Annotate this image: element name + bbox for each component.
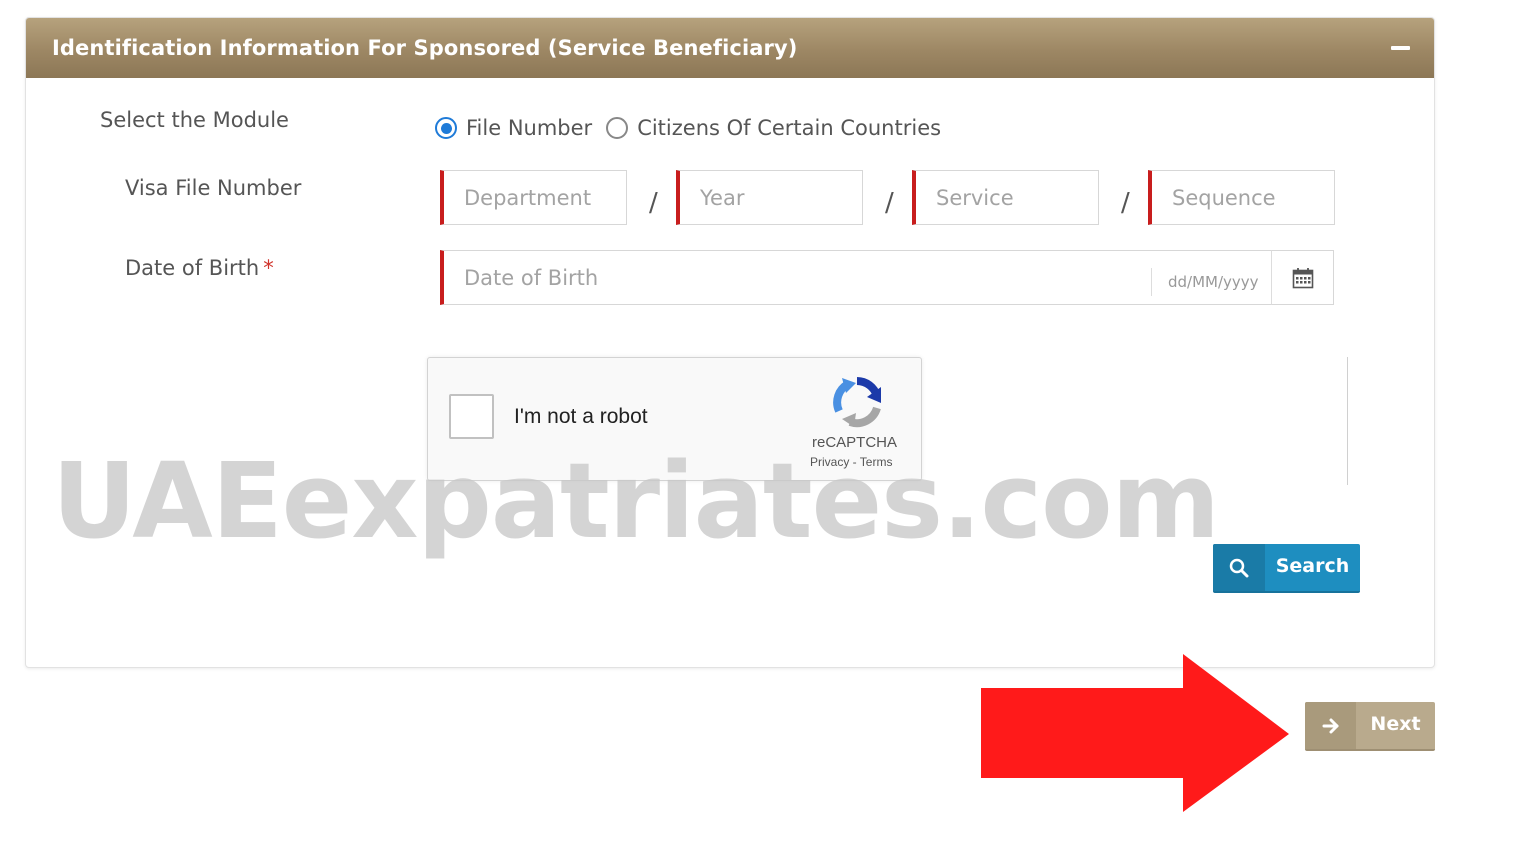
- search-button-label: Search: [1275, 554, 1350, 577]
- year-field[interactable]: [676, 170, 863, 225]
- department-field[interactable]: [440, 170, 627, 225]
- search-button[interactable]: Search: [1213, 544, 1360, 593]
- module-radio-group: File Number Citizens Of Certain Countrie…: [435, 116, 955, 140]
- panel-header: Identification Information For Sponsored…: [26, 18, 1434, 78]
- annotation-arrow-icon: [981, 654, 1289, 812]
- date-format-hint: dd/MM/yyyy: [1151, 268, 1259, 296]
- date-of-birth-label-text: Date of Birth: [125, 256, 260, 280]
- radio-button-unchecked[interactable]: [606, 117, 629, 139]
- recaptcha-widget: I'm not a robot reCAPTCHA Privacy - Term…: [427, 357, 922, 481]
- recaptcha-brand: reCAPTCHA: [812, 434, 898, 451]
- separator-slash: /: [885, 188, 894, 218]
- calendar-button[interactable]: [1271, 250, 1334, 305]
- minus-icon[interactable]: [1390, 38, 1410, 58]
- separator-slash: /: [649, 188, 658, 218]
- panel-title: Identification Information For Sponsored…: [52, 36, 798, 60]
- required-marker: *: [263, 256, 274, 280]
- date-of-birth-field[interactable]: [440, 250, 1272, 305]
- arrow-right-icon: [1305, 702, 1356, 749]
- page: Identification Information For Sponsored…: [0, 0, 1536, 842]
- service-field[interactable]: [912, 170, 1099, 225]
- radio-citizens-of-certain-countries[interactable]: Citizens Of Certain Countries: [606, 116, 941, 140]
- radio-button-checked[interactable]: [435, 117, 457, 139]
- service-input[interactable]: [936, 171, 1098, 224]
- next-button[interactable]: Next: [1305, 702, 1435, 751]
- sequence-field[interactable]: [1148, 170, 1335, 225]
- recaptcha-logo-icon: [833, 377, 881, 428]
- recaptcha-link-separator: -: [849, 455, 860, 469]
- calendar-icon: [1292, 267, 1313, 288]
- date-of-birth-input[interactable]: [464, 251, 1154, 304]
- module-label: Select the Module: [100, 108, 289, 132]
- recaptcha-label: I'm not a robot: [514, 405, 648, 428]
- recaptcha-checkbox[interactable]: [449, 394, 494, 439]
- recaptcha-links: Privacy - Terms: [810, 455, 892, 469]
- search-icon: [1213, 544, 1265, 591]
- department-input[interactable]: [464, 171, 626, 224]
- radio-file-number[interactable]: File Number: [435, 116, 592, 140]
- date-of-birth-label: Date of Birth *: [125, 256, 274, 280]
- next-button-label: Next: [1370, 712, 1421, 735]
- radio-citizens-label: Citizens Of Certain Countries: [637, 116, 942, 140]
- visa-file-number-label: Visa File Number: [125, 176, 302, 200]
- radio-file-number-label: File Number: [466, 116, 593, 140]
- year-input[interactable]: [700, 171, 862, 224]
- separator-slash: /: [1121, 188, 1130, 218]
- recaptcha-terms-link[interactable]: Terms: [860, 455, 893, 469]
- divider-line: [1347, 357, 1348, 485]
- sequence-input[interactable]: [1172, 171, 1334, 224]
- recaptcha-privacy-link[interactable]: Privacy: [810, 455, 849, 469]
